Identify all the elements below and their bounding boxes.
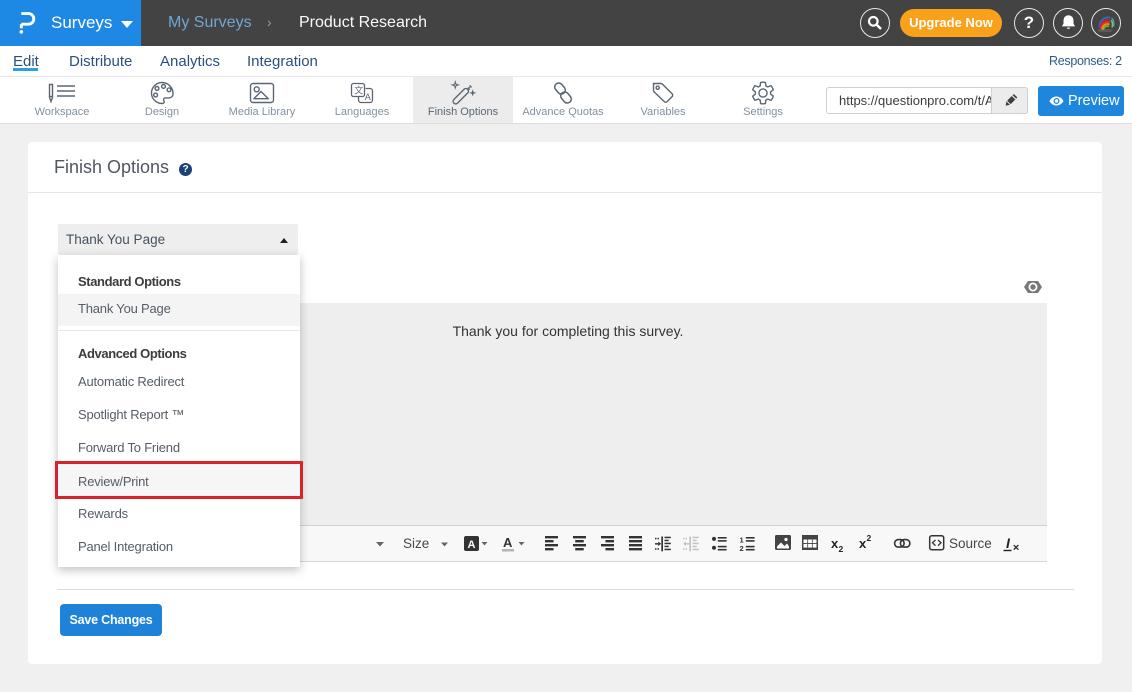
svg-text:2: 2 xyxy=(740,544,744,553)
svg-text:✕: ✕ xyxy=(1013,543,1020,553)
svg-text:A: A xyxy=(365,92,371,102)
svg-text:Source: Source xyxy=(949,536,992,551)
svg-text:2: 2 xyxy=(839,544,844,554)
svg-text:文: 文 xyxy=(354,85,363,96)
svg-text:1: 1 xyxy=(740,535,744,544)
svg-text:Size: Size xyxy=(403,536,429,551)
svg-text:A: A xyxy=(468,539,476,551)
svg-text:2: 2 xyxy=(867,533,872,543)
svg-text:I: I xyxy=(1006,535,1011,551)
svg-text:A: A xyxy=(503,535,513,550)
